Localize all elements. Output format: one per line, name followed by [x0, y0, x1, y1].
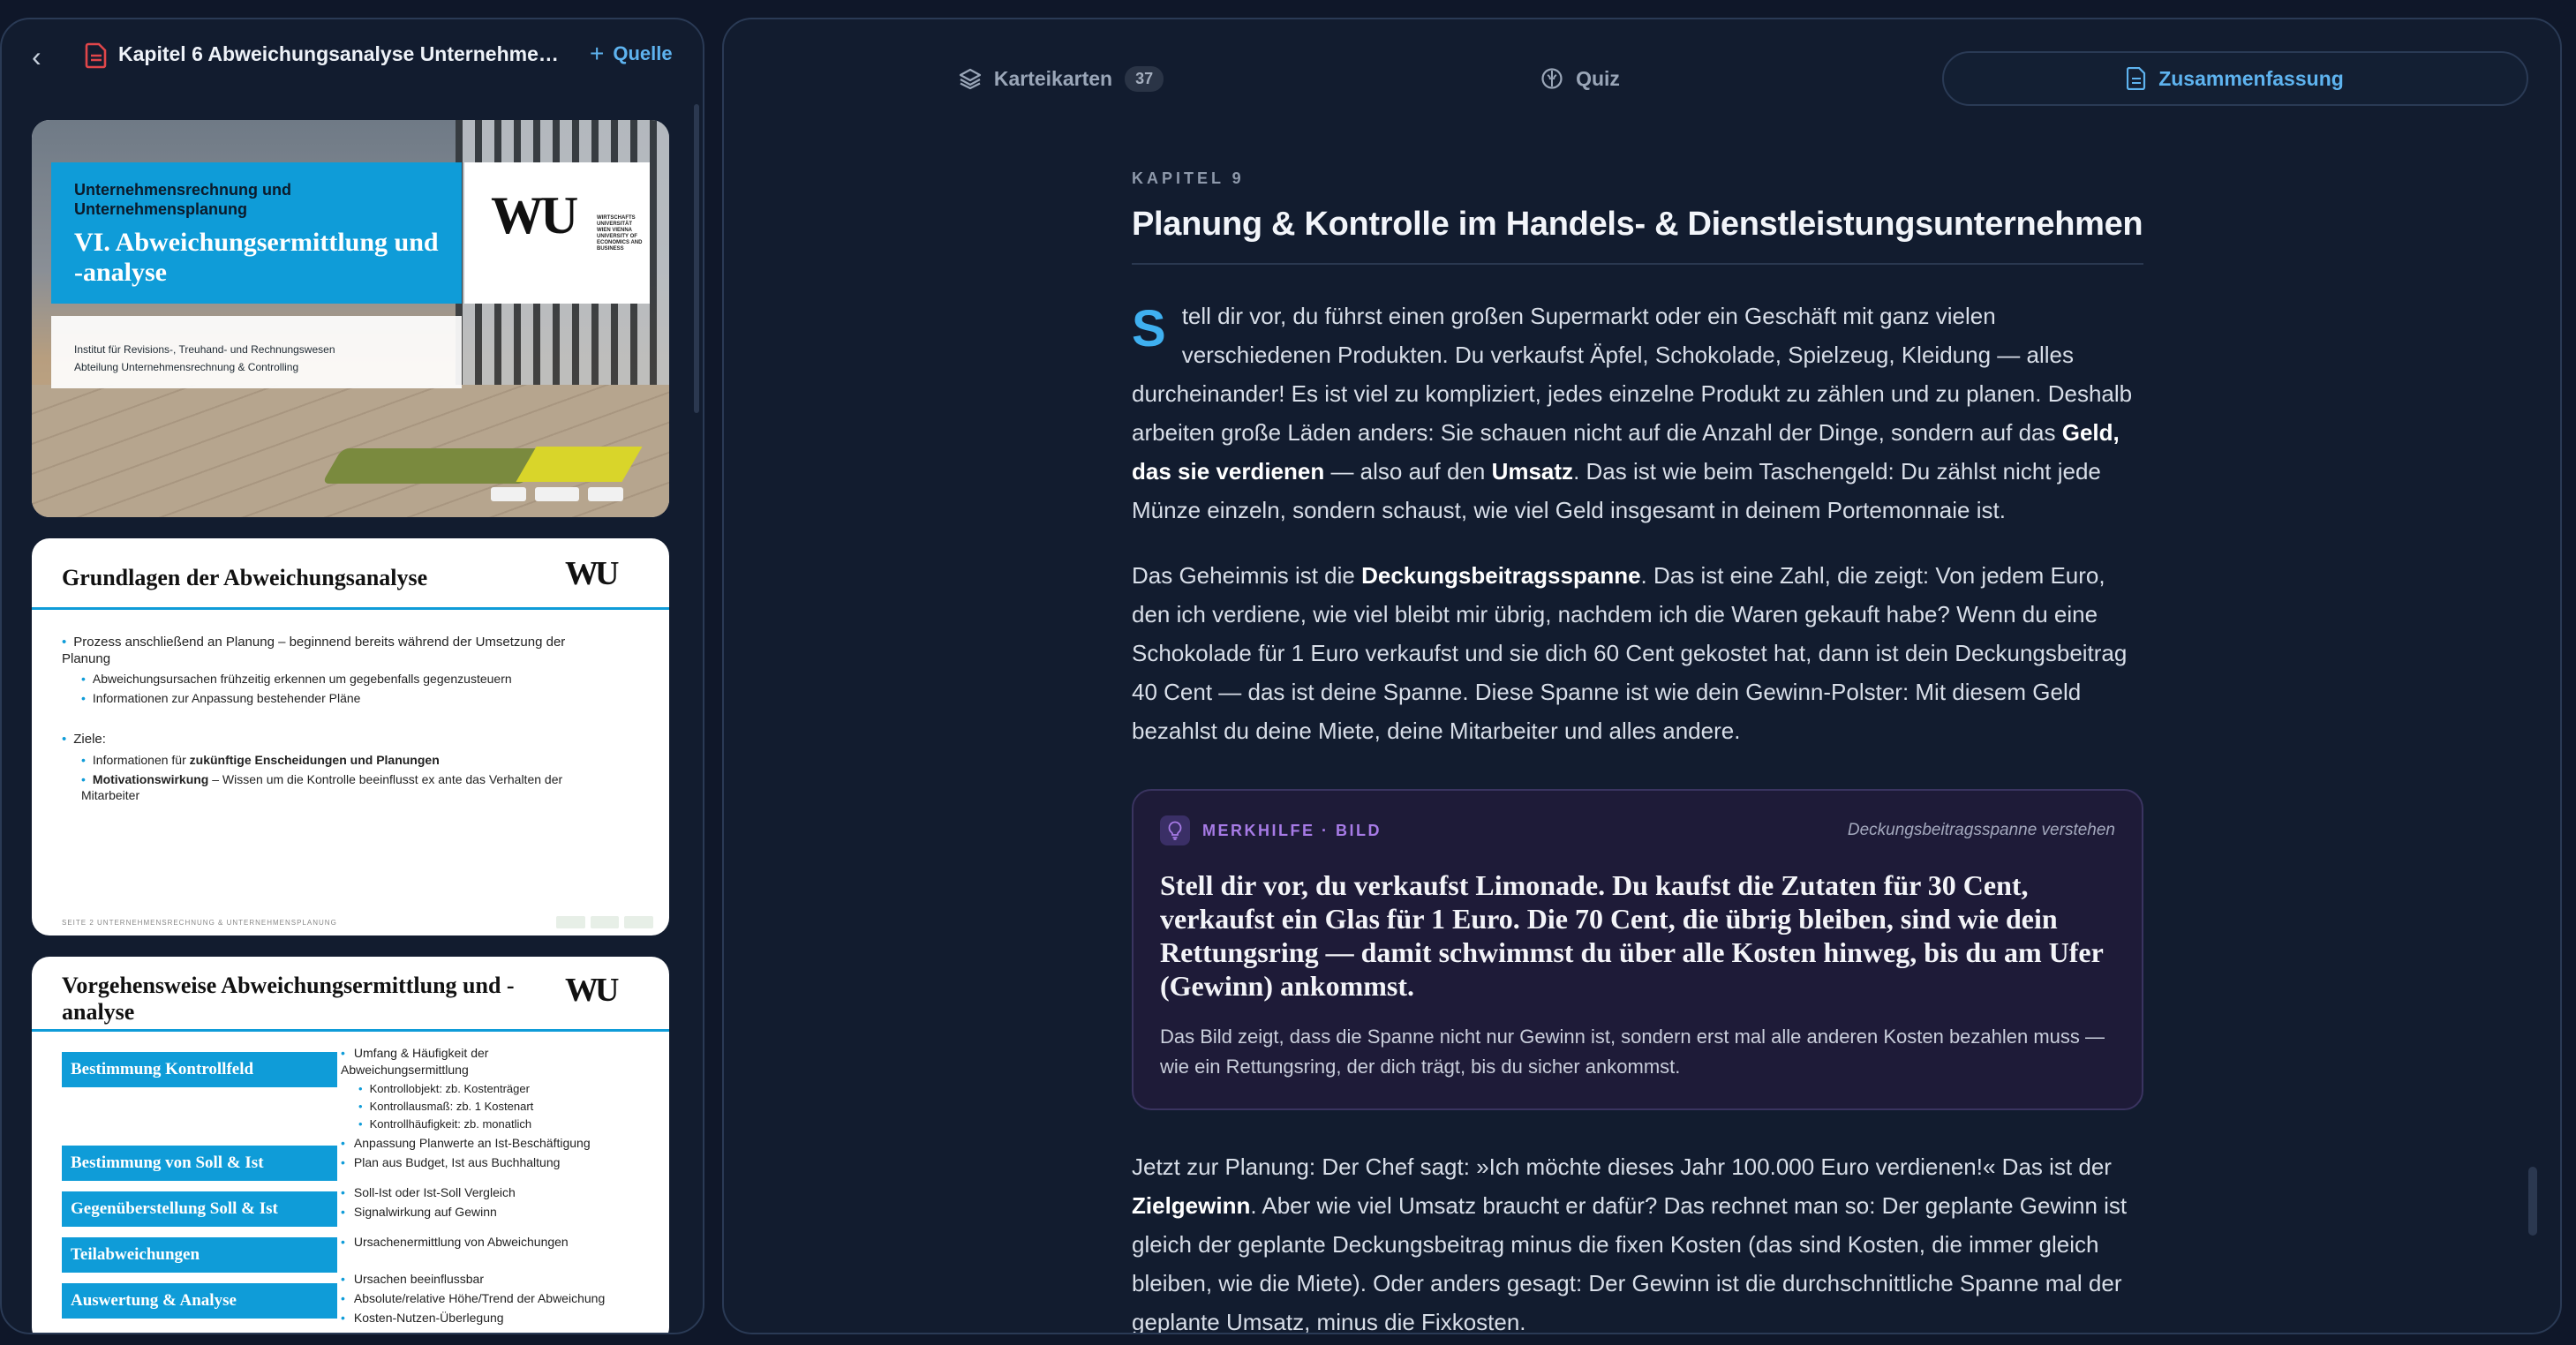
step-detail: • Umfang & Häufigkeit der Abweichungsermi…	[341, 1046, 489, 1077]
step-box: Teilabweichungen	[62, 1237, 337, 1273]
slide-photo-lawn	[321, 448, 546, 484]
step-detail: • Signalwirkung auf Gewinn	[341, 1205, 497, 1219]
step-detail: • Soll-Ist oder Ist-Soll Vergleich	[341, 1185, 516, 1199]
step-subdetail: • Kontrollhäufigkeit: zb. monatlich	[358, 1117, 532, 1131]
document-icon	[2127, 67, 2146, 90]
slide-bullet: • Prozess anschließend an Planung – begin…	[62, 635, 566, 666]
summary-paragraph: Das Geheimnis ist die Deckungsbeitragssp…	[1132, 562, 2128, 744]
memory-aid-card: MERKHILFE · BILD Deckungsbeitragsspanne …	[1132, 789, 2143, 1110]
wu-logo: WU	[565, 973, 653, 1008]
slide-subbullet: • Abweichungsursachen frühzeitig erkennen…	[81, 672, 512, 686]
slide-footer-logos	[556, 916, 654, 928]
memory-aid-topic: Deckungsbeitragsspanne verstehen	[1847, 821, 2115, 839]
tab-flashcards-label: Karteikarten	[993, 66, 1113, 90]
memory-aid-label: MERKHILFE · BILD	[1202, 821, 1382, 839]
memory-aid-header: MERKHILFE · BILD Deckungsbeitragsspanne …	[1160, 815, 2115, 845]
step-subdetail: • Kontrollausmaß: zb. 1 Kostenart	[358, 1100, 534, 1113]
step-box: Bestimmung Kontrollfeld	[62, 1052, 337, 1087]
slide-bullet: • Ziele:	[62, 732, 106, 747]
slide-thumbnail-1[interactable]: Unternehmensrechnung und Unternehmenspla…	[32, 120, 669, 517]
slide-photo-bench	[516, 447, 643, 482]
equis-logo	[491, 487, 526, 501]
layers-icon	[959, 68, 981, 90]
amba-logo	[588, 487, 623, 501]
brain-icon	[1541, 68, 1563, 89]
aacsb-logo	[535, 487, 579, 501]
wu-logo-mark: WU	[491, 186, 578, 244]
slide-institute: Institut für Revisions-, Treuhand- und R…	[74, 343, 335, 356]
slide-title: Grundlagen der Abweichungsanalyse	[62, 565, 428, 590]
slide-course-name: Unternehmensrechnung und Unternehmenspla…	[74, 181, 292, 218]
step-detail: • Kosten-Nutzen-Überlegung	[341, 1311, 504, 1325]
step-subdetail: • Kontrollobjekt: zb. Kostenträger	[358, 1082, 530, 1095]
title-divider	[1132, 263, 2143, 265]
tab-flashcards[interactable]: Karteikarten 37	[929, 51, 1194, 106]
wu-logo-text: WIRTSCHAFTS UNIVERSITÄT WIEN VIENNA UNIV…	[597, 215, 643, 252]
back-button[interactable]: ‹	[32, 42, 58, 71]
sources-scrollbar[interactable]	[694, 104, 699, 413]
memory-aid-quote: Stell dir vor, du verkaufst Limonade. Du…	[1160, 869, 2104, 1002]
slide-title: Vorgehensweise Abweichungsermittlung und…	[62, 973, 515, 1025]
slide-thumbnail-3[interactable]: Vorgehensweise Abweichungsermittlung und…	[32, 957, 669, 1333]
summary-paragraph: Jetzt zur Planung: Der Chef sagt: »Ich m…	[1132, 1153, 2128, 1334]
step-detail: • Absolute/relative Höhe/Trend der Abweic…	[341, 1291, 606, 1305]
wu-logo-mark: WU	[565, 555, 619, 592]
plus-icon: +	[590, 40, 605, 67]
slide-institute-text: Institut für Revisions-, Treuhand- und R…	[74, 341, 445, 376]
add-source-label: Quelle	[613, 42, 673, 64]
step-box: Auswertung & Analyse	[62, 1283, 337, 1319]
step-box: Bestimmung von Soll & Ist	[62, 1146, 337, 1181]
slide-divider	[32, 607, 669, 610]
summary-scrollbar[interactable]	[2528, 1167, 2537, 1236]
slide-divider	[32, 1029, 669, 1032]
step-box: Gegenüberstellung Soll & Ist	[62, 1191, 337, 1227]
sources-header: ‹ Kapitel 6 Abweichungsanalyse Unternehm…	[2, 19, 703, 90]
slide-subbullet: • Motivationswirkung – Wissen um die Kont…	[81, 772, 563, 802]
tab-quiz-label: Quiz	[1576, 66, 1620, 90]
source-title[interactable]: Kapitel 6 Abweichungsanalyse Unternehmen…	[118, 42, 567, 66]
slide-title: VI. Abweichungsermittlung und -analyse	[74, 228, 439, 287]
studio-panel: Karteikarten 37 Quiz Zusammenfassung KAP…	[722, 18, 2562, 1334]
tab-summary-label: Zusammenfassung	[2158, 66, 2344, 90]
sources-panel: ‹ Kapitel 6 Abweichungsanalyse Unternehm…	[0, 18, 704, 1334]
summary-paragraph: Stell dir vor, du führst einen großen Su…	[1132, 300, 2133, 523]
wu-logo: WU WIRTSCHAFTS UNIVERSITÄT WIEN VIENNA U…	[464, 162, 650, 304]
summary-content: KAPITEL 9 Planung & Kontrolle im Handels…	[1132, 169, 2143, 1334]
lightbulb-icon	[1160, 815, 1190, 845]
step-detail: • Ursachenermittlung von Abweichungen	[341, 1235, 569, 1249]
wu-logo-mark: WU	[565, 972, 619, 1009]
tab-quiz[interactable]: Quiz	[1492, 51, 1668, 106]
wu-logo: WU	[565, 556, 653, 591]
page-title: Planung & Kontrolle im Handels- & Dienst…	[1132, 206, 2143, 243]
slide-thumbnail-2[interactable]: Grundlagen der Abweichungsanalyse WU • Pr…	[32, 538, 669, 935]
drop-cap: S	[1132, 300, 1166, 357]
chapter-label: KAPITEL 9	[1132, 169, 1245, 187]
slide-department: Abteilung Unternehmensrechnung & Control…	[74, 361, 299, 373]
memory-aid-explanation: Das Bild zeigt, dass die Spanne nicht nu…	[1160, 1026, 2105, 1078]
flashcards-count-badge: 37	[1125, 65, 1164, 92]
step-detail: • Ursachen beeinflussbar	[341, 1272, 484, 1286]
slide-subbullet: • Informationen für zukünftige Enscheidun…	[81, 753, 440, 767]
add-source-button[interactable]: + Quelle	[590, 40, 673, 67]
step-detail: • Plan aus Budget, Ist aus Buchhaltung	[341, 1155, 561, 1169]
slide-subbullet: • Informationen zur Anpassung bestehender…	[81, 691, 361, 705]
tab-summary[interactable]: Zusammenfassung	[1942, 51, 2528, 106]
step-detail: • Anpassung Planwerte an Ist-Beschäftigun…	[341, 1136, 591, 1150]
pdf-document-icon	[85, 42, 108, 69]
slide-footer: SEITE 2 UNTERNEHMENSRECHNUNG & UNTERNEHM…	[62, 919, 337, 927]
slide-accreditation-logos	[491, 484, 650, 505]
